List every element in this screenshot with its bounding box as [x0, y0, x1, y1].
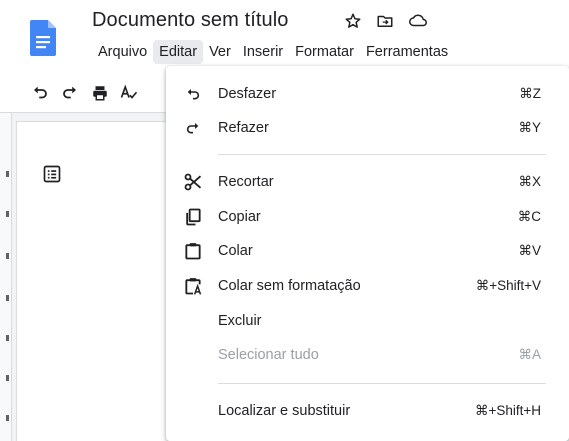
ruler-tick [6, 335, 9, 341]
menu-item-shortcut: ⌘Y [518, 120, 541, 135]
menu-item-label: Desfazer [218, 86, 277, 102]
edit-menu-dropdown: Desfazer ⌘Z Refazer ⌘Y Recortar ⌘X Copia… [166, 66, 569, 441]
menu-item-shortcut: ⌘+Shift+V [475, 278, 541, 293]
menu-item-label: Copiar [218, 209, 261, 225]
print-icon[interactable] [90, 84, 110, 102]
redo-icon[interactable] [60, 84, 80, 102]
menu-item-selecionar-tudo: Selecionar tudo ⌘A [166, 338, 569, 372]
menu-item-shortcut: ⌘C [517, 209, 541, 224]
title-icon-group [344, 12, 428, 30]
menu-item-label: Recortar [218, 174, 274, 190]
menu-item-shortcut: ⌘X [518, 174, 541, 189]
move-folder-icon[interactable] [376, 12, 394, 30]
menu-inserir[interactable]: Inserir [237, 40, 289, 64]
ruler-tick [6, 375, 9, 381]
ruler-tick [6, 415, 9, 421]
star-icon[interactable] [344, 12, 362, 30]
paste-plain-icon [182, 275, 204, 297]
menu-item-copiar[interactable]: Copiar ⌘C [166, 200, 569, 234]
menu-item-excluir[interactable]: Excluir [166, 304, 569, 338]
menu-arquivo[interactable]: Arquivo [92, 40, 153, 64]
scissors-icon [182, 171, 204, 193]
menu-item-label: Colar sem formatação [218, 278, 361, 294]
app-header: Documento sem título Arquivo Editar Ver … [0, 0, 569, 72]
copy-icon [182, 206, 204, 228]
ruler-tick [6, 253, 9, 259]
redo-icon [182, 117, 204, 139]
menu-item-label: Colar [218, 243, 253, 259]
document-title[interactable]: Documento sem título [92, 9, 289, 32]
document-outline-icon[interactable] [42, 164, 62, 184]
undo-icon [182, 83, 204, 105]
menu-item-shortcut: ⌘V [518, 243, 541, 258]
menu-item-refazer[interactable]: Refazer ⌘Y [166, 111, 569, 145]
paste-icon [182, 240, 204, 262]
menu-item-shortcut: ⌘+Shift+H [474, 403, 541, 418]
menu-item-colar[interactable]: Colar ⌘V [166, 234, 569, 268]
menu-item-localizar-e-substituir[interactable]: Localizar e substituir ⌘+Shift+H [166, 394, 569, 428]
menu-item-recortar[interactable]: Recortar ⌘X [166, 165, 569, 199]
menu-item-label: Excluir [218, 313, 262, 329]
cloud-status-icon[interactable] [408, 12, 428, 30]
menu-item-label: Selecionar tudo [218, 347, 319, 363]
menu-item-shortcut: ⌘A [518, 347, 541, 362]
ruler-tick [6, 295, 9, 301]
menu-item-desfazer[interactable]: Desfazer ⌘Z [166, 77, 569, 111]
menu-ferramentas[interactable]: Ferramentas [360, 40, 454, 64]
menu-item-label: Refazer [218, 120, 269, 136]
docs-logo-icon[interactable] [30, 20, 56, 56]
undo-icon[interactable] [30, 84, 50, 102]
menu-item-colar-sem-formatacao[interactable]: Colar sem formatação ⌘+Shift+V [166, 269, 569, 303]
menu-separator [218, 383, 546, 384]
menu-item-label: Localizar e substituir [218, 403, 351, 419]
ruler-tick [6, 171, 9, 177]
menu-bar: Arquivo Editar Ver Inserir Formatar Ferr… [92, 40, 454, 64]
menu-item-shortcut: ⌘Z [519, 86, 541, 101]
toolbar [0, 78, 180, 108]
spellcheck-icon[interactable] [118, 84, 140, 102]
ruler-tick [6, 211, 9, 217]
vertical-ruler[interactable] [0, 113, 12, 441]
menu-separator [218, 154, 546, 155]
menu-formatar[interactable]: Formatar [289, 40, 360, 64]
menu-editar[interactable]: Editar [153, 40, 204, 64]
menu-ver[interactable]: Ver [203, 40, 237, 64]
